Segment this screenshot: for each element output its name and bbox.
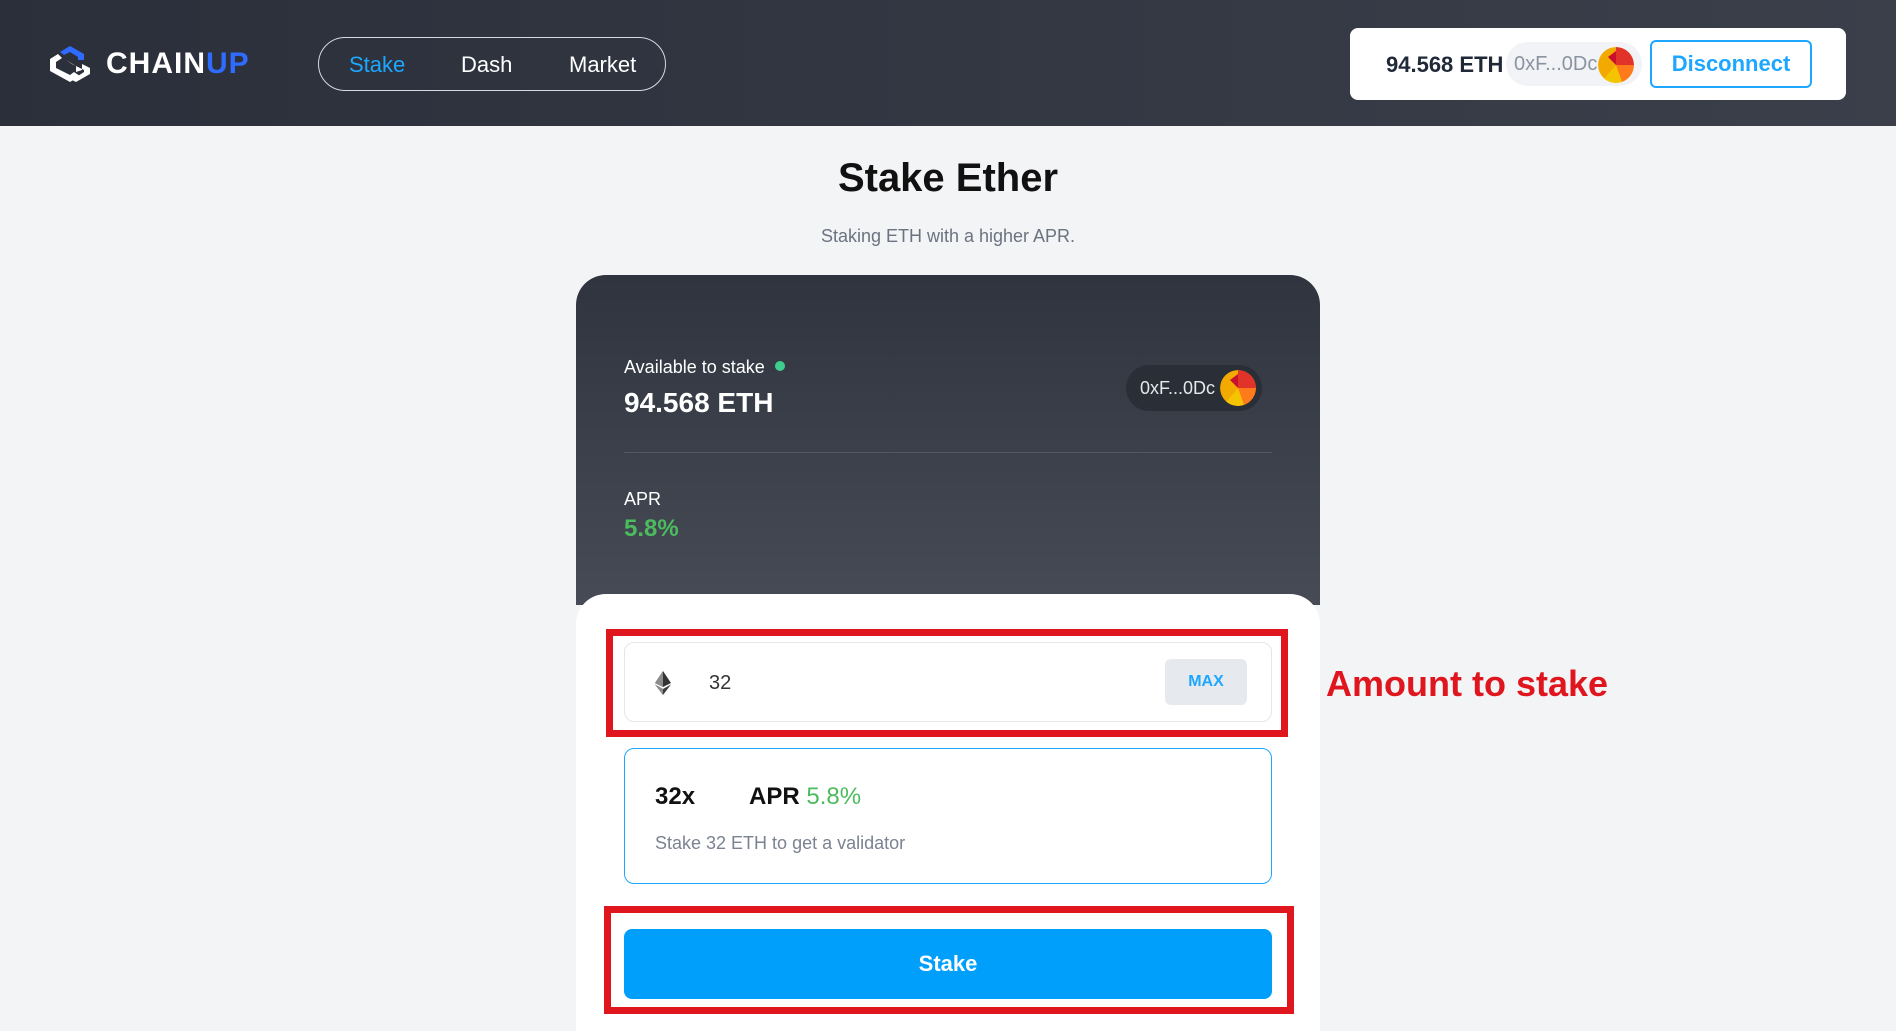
- address-text: 0xF...0Dc: [1140, 378, 1216, 398]
- stake-summary-card: Available to stake 94.568 ETH 0xF...0Dc …: [576, 275, 1320, 605]
- top-header: CHAINUP Stake Dash Market 94.568 ETH 0xF…: [0, 0, 1896, 126]
- logo[interactable]: CHAINUP: [46, 44, 250, 84]
- wallet-address-pill[interactable]: 0xF...0Dc: [1506, 42, 1642, 86]
- annotation-label: Amount to stake: [1326, 663, 1609, 704]
- page-subtitle: Staking ETH with a higher APR.: [820, 226, 1076, 246]
- available-label: Available to stake: [624, 357, 765, 377]
- status-dot-icon: [775, 361, 785, 371]
- option-description: Stake 32 ETH to get a validator: [655, 833, 906, 853]
- avatar-icon: [1598, 47, 1634, 83]
- annotation-box-amount: [606, 629, 1288, 737]
- validator-option-card[interactable]: 32x APR 5.8% Stake 32 ETH to get a valid…: [624, 748, 1272, 884]
- disconnect-button[interactable]: Disconnect: [1650, 40, 1812, 88]
- wallet-balance: 94.568 ETH: [1386, 52, 1504, 77]
- page-title: Stake Ether: [837, 156, 1059, 200]
- available-value: 94.568 ETH: [624, 387, 774, 418]
- option-apr-value: 5.8%: [806, 783, 862, 810]
- apr-label: APR: [624, 489, 662, 509]
- chainup-logo-icon: [50, 46, 90, 82]
- nav-market[interactable]: Market: [569, 52, 636, 78]
- option-apr: APR 5.8%: [749, 783, 862, 810]
- nav-dash[interactable]: Dash: [461, 52, 512, 78]
- apr-value: 5.8%: [624, 515, 679, 542]
- wallet-panel: 94.568 ETH 0xF...0Dc Disconnect: [1350, 28, 1846, 100]
- address-pill[interactable]: 0xF...0Dc: [1126, 365, 1262, 411]
- annotation-box-stake: [604, 906, 1294, 1014]
- wallet-address: 0xF...0Dc: [1514, 53, 1598, 75]
- option-multiplier: 32x: [655, 783, 696, 810]
- main-nav: Stake Dash Market: [318, 37, 666, 91]
- avatar-icon: [1220, 370, 1256, 406]
- logo-text: CHAINUP: [106, 47, 250, 80]
- divider: [624, 452, 1272, 453]
- nav-stake[interactable]: Stake: [349, 52, 405, 78]
